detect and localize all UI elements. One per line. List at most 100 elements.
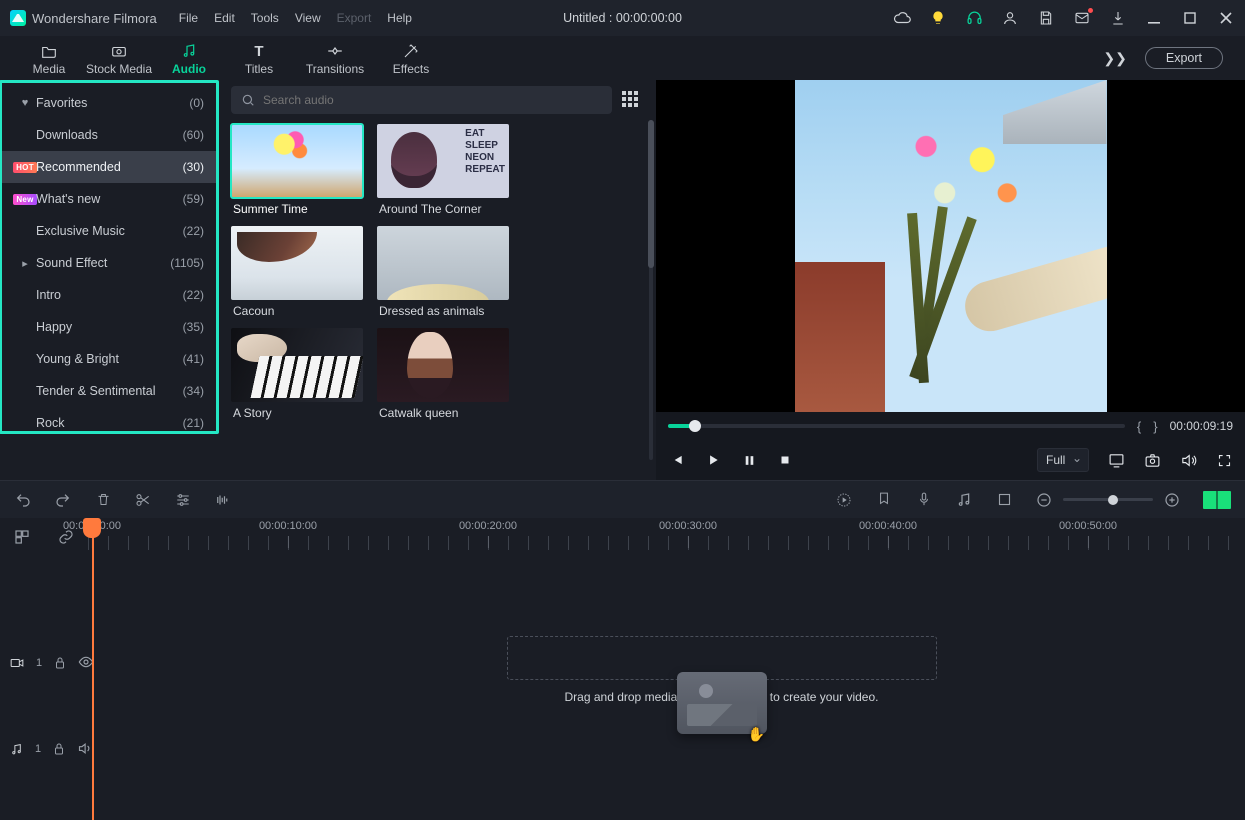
menu-tools[interactable]: Tools (251, 11, 279, 25)
sidebar-item-label: Happy (36, 320, 183, 334)
audio-card-catwalk-queen[interactable]: Catwalk queen (377, 328, 509, 422)
audio-mixer-icon[interactable] (955, 491, 973, 509)
view-grid-toggle-icon[interactable] (622, 91, 640, 109)
main-tabs: Media Stock Media Audio T Titles Transit… (0, 36, 1245, 80)
search-input[interactable] (263, 93, 602, 107)
marker-icon[interactable] (875, 491, 893, 509)
save-icon[interactable] (1037, 9, 1055, 27)
voiceover-icon[interactable] (915, 491, 933, 509)
sidebar-item-recommended[interactable]: HOT Recommended (30) (2, 151, 216, 183)
preview-canvas[interactable] (656, 80, 1245, 412)
redo-icon[interactable] (54, 491, 72, 509)
track-manager-icon[interactable] (14, 529, 30, 545)
cloud-icon[interactable] (893, 9, 911, 27)
sidebar-item-sound-effect[interactable]: ▸ Sound Effect (1105) (2, 247, 216, 279)
export-button[interactable]: Export (1145, 47, 1223, 69)
sidebar-item-young-bright[interactable]: Young & Bright (41) (2, 343, 216, 375)
menu-view[interactable]: View (295, 11, 321, 25)
ruler-label: 00:00:50:00 (1059, 520, 1117, 532)
window-minimize-icon[interactable] (1145, 9, 1163, 27)
edit-tools-icon[interactable] (174, 491, 192, 509)
mark-out-button[interactable]: } (1153, 419, 1157, 434)
tab-media-label: Media (33, 62, 66, 76)
tips-icon[interactable] (929, 9, 947, 27)
audio-browser: Summer Time Around The Corner Cacoun Dre… (219, 80, 656, 480)
audio-card-summer-time[interactable]: Summer Time (231, 124, 363, 218)
messages-icon[interactable] (1073, 9, 1091, 27)
audio-thumbnail (377, 328, 509, 402)
audio-card-dressed-as-animals[interactable]: Dressed as animals (377, 226, 509, 320)
download-icon[interactable] (1109, 9, 1127, 27)
stop-icon[interactable] (776, 451, 794, 469)
sidebar-item-rock[interactable]: Rock (21) (2, 407, 216, 434)
hot-badge: HOT (13, 162, 37, 173)
support-icon[interactable] (965, 9, 983, 27)
zoom-out-icon[interactable] (1035, 491, 1053, 509)
audio-card-cacoun[interactable]: Cacoun (231, 226, 363, 320)
play-icon[interactable] (704, 451, 722, 469)
zoom-slider[interactable] (1063, 498, 1153, 501)
render-preview-icon[interactable] (835, 491, 853, 509)
quality-dropdown[interactable]: Full (1037, 448, 1089, 472)
sidebar-item-tender-sentimental[interactable]: Tender & Sentimental (34) (2, 375, 216, 407)
account-icon[interactable] (1001, 9, 1019, 27)
tab-transitions-label: Transitions (306, 62, 364, 76)
split-icon[interactable] (134, 491, 152, 509)
pause-icon[interactable] (740, 451, 758, 469)
scrubber-knob[interactable] (689, 420, 701, 432)
tab-transitions[interactable]: Transitions (294, 42, 376, 80)
ruler-label: 00:00:20:00 (459, 520, 517, 532)
sidebar-item-count: (21) (183, 416, 204, 430)
tab-titles-label: Titles (245, 62, 273, 76)
display-settings-icon[interactable] (1107, 451, 1125, 469)
preview-quality-select[interactable]: Full (1037, 448, 1089, 472)
window-close-icon[interactable] (1217, 9, 1235, 27)
video-track-header[interactable]: 1 (0, 620, 88, 706)
fullscreen-icon[interactable] (1215, 451, 1233, 469)
lock-icon[interactable] (54, 656, 66, 670)
audio-card-label: A Story (231, 402, 363, 422)
tab-stock-media[interactable]: Stock Media (84, 42, 154, 80)
sidebar-item-whats-new[interactable]: New What's new (59) (2, 183, 216, 215)
menu-help[interactable]: Help (387, 11, 412, 25)
sidebar-item-count: (60) (183, 128, 204, 142)
search-input-wrapper[interactable] (231, 86, 612, 114)
sidebar-item-exclusive-music[interactable]: Exclusive Music (22) (2, 215, 216, 247)
window-maximize-icon[interactable] (1181, 9, 1199, 27)
tab-titles[interactable]: T Titles (224, 42, 294, 80)
zoom-knob[interactable] (1108, 495, 1118, 505)
menu-file[interactable]: File (179, 11, 198, 25)
audio-card-around-the-corner[interactable]: Around The Corner (377, 124, 509, 218)
playhead-line[interactable] (92, 518, 94, 820)
audio-meters[interactable] (1203, 491, 1231, 509)
preview-scrubber[interactable] (668, 424, 1125, 428)
audio-track-header[interactable]: 1 (0, 706, 88, 792)
delete-icon[interactable] (94, 491, 112, 509)
new-badge: New (13, 194, 36, 205)
zoom-in-icon[interactable] (1163, 491, 1181, 509)
menu-edit[interactable]: Edit (214, 11, 235, 25)
sidebar-item-downloads[interactable]: Downloads (60) (2, 119, 216, 151)
tab-effects[interactable]: Effects (376, 42, 446, 80)
mark-in-button[interactable]: { (1137, 419, 1141, 434)
scrollbar-thumb[interactable] (648, 120, 654, 268)
ruler-body[interactable]: 00:00:00:00 00:00:10:00 00:00:20:00 00:0… (88, 518, 1245, 556)
timeline-tracks[interactable]: ✋ Drag and drop media and effects here t… (88, 556, 1245, 820)
sidebar-item-favorites[interactable]: ♥ Favorites (0) (2, 87, 216, 119)
prev-frame-icon[interactable] (668, 451, 686, 469)
tab-audio[interactable]: Audio (154, 42, 224, 80)
lock-icon[interactable] (53, 742, 65, 756)
audio-wave-icon[interactable] (214, 491, 232, 509)
tabs-overflow-icon[interactable]: ❯❯ (1103, 50, 1126, 67)
volume-icon[interactable] (1179, 451, 1197, 469)
sidebar-item-intro[interactable]: Intro (22) (2, 279, 216, 311)
audio-track-icon (10, 743, 23, 756)
preview-panel: { } 00:00:09:19 Full (656, 80, 1245, 480)
sidebar-item-happy[interactable]: Happy (35) (2, 311, 216, 343)
browser-scrollbar[interactable] (646, 80, 656, 480)
undo-icon[interactable] (14, 491, 32, 509)
tab-media[interactable]: Media (14, 42, 84, 80)
audio-card-a-story[interactable]: A Story (231, 328, 363, 422)
crop-icon[interactable] (995, 491, 1013, 509)
snapshot-icon[interactable] (1143, 451, 1161, 469)
